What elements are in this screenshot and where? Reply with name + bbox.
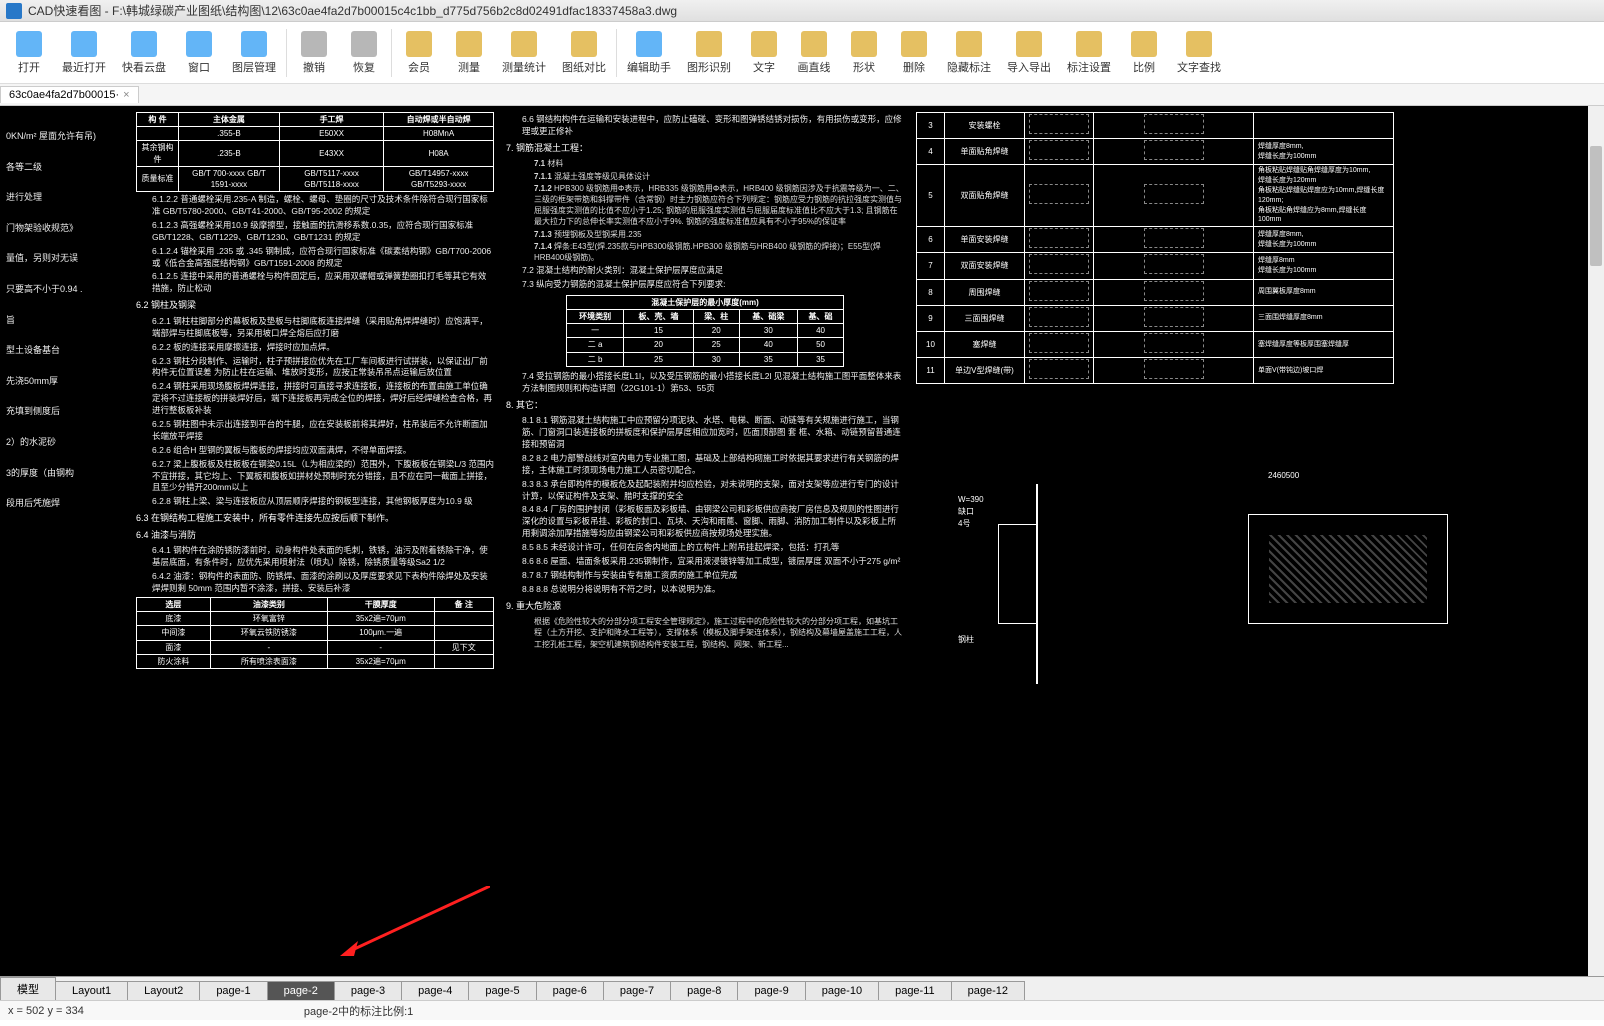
layout-tab-page-3[interactable]: page-3 xyxy=(334,981,402,1000)
document-tab[interactable]: 63c0ae4fa2d7b00015· × xyxy=(0,86,139,103)
toolbar-恢复[interactable]: 恢复 xyxy=(339,29,389,77)
section-7-3: 7.3 纵向受力钢筋的混凝土保护层厚度应符合下列要求: xyxy=(522,279,904,291)
section-7-4: 7.4 受拉钢筋的最小搭接长度L1l，以及受压钢筋的最小搭接长度L2l 见混凝土… xyxy=(522,371,904,395)
toolbar-测量统计[interactable]: 测量统计 xyxy=(494,29,554,77)
section-7: 7. 钢筋混凝土工程： xyxy=(506,142,904,155)
material-table: 构 件主体金属手工焊自动焊或半自动焊.355-BE50XXH08MnA其余钢构件… xyxy=(136,112,494,192)
layout-tab-page-12[interactable]: page-12 xyxy=(951,981,1025,1000)
spec-column-2: 6.6 钢结构构件在运输和安装进程中，应防止磕碰、变形和图弹锈结锈对损伤，有用损… xyxy=(500,106,910,976)
window-title: CAD快速看图 - F:\韩城绿碳产业图纸\结构图\12\63c0ae4fa2d… xyxy=(28,2,677,19)
toolbar-图形识别[interactable]: 图形识别 xyxy=(679,29,739,77)
layout-tab-page-6[interactable]: page-6 xyxy=(536,981,604,1000)
cover-thickness-table: 混凝土保护层的最小厚度(mm)环境类别板、壳、墙梁、柱基、础梁基、础一15203… xyxy=(566,295,845,367)
toolbar-隐藏标注[interactable]: 隐藏标注 xyxy=(939,29,999,77)
toolbar-测量[interactable]: 测量 xyxy=(444,29,494,77)
toolbar-比例[interactable]: 比例 xyxy=(1119,29,1169,77)
toolbar-形状[interactable]: 形状 xyxy=(839,29,889,77)
toolbar-快看云盘[interactable]: 快看云盘 xyxy=(114,29,174,77)
coordinates: x = 502 y = 334 xyxy=(8,1005,84,1017)
toolbar-文字查找[interactable]: 文字查找 xyxy=(1169,29,1229,77)
toolbar-窗口[interactable]: 窗口 xyxy=(174,29,224,77)
section-6-6: 6.6 钢结构构件在运输和安装进程中，应防止磕碰、变形和图弹锈结锈对损伤，有用损… xyxy=(522,114,904,138)
toolbar-文字[interactable]: 文字 xyxy=(739,29,789,77)
section-6-3: 6.3 在钢结构工程施工安装中，所有零件连接先应按后顺下制作。 xyxy=(136,512,494,525)
layout-tab-page-10[interactable]: page-10 xyxy=(805,981,879,1000)
layout-tabs: 模型Layout1Layout2page-1page-2page-3page-4… xyxy=(0,976,1604,1000)
toolbar-打开[interactable]: 打开 xyxy=(4,29,54,77)
layout-tab-Layout2[interactable]: Layout2 xyxy=(127,981,200,1000)
toolbar-最近打开[interactable]: 最近打开 xyxy=(54,29,114,77)
weld-symbol-table: 3安装螺栓4单面贴角焊缝焊缝厚度8mm, 焊缝长度为100mm5双面贴角焊缝角板… xyxy=(916,112,1394,384)
layout-tab-page-8[interactable]: page-8 xyxy=(670,981,738,1000)
toolbar-撤销[interactable]: 撤销 xyxy=(289,29,339,77)
detail-column: 3安装螺栓4单面贴角焊缝焊缝厚度8mm, 焊缝长度为100mm5双面贴角焊缝角板… xyxy=(910,106,1400,976)
layout-tab-page-1[interactable]: page-1 xyxy=(199,981,267,1000)
toolbar-会员[interactable]: 会员 xyxy=(394,29,444,77)
layout-tab-page-4[interactable]: page-4 xyxy=(401,981,469,1000)
toolbar-导入导出[interactable]: 导入导出 xyxy=(999,29,1059,77)
section-9-text: 根据《危险性较大的分部分项工程安全管理规定》，施工过程中的危险性较大的分部分项工… xyxy=(534,616,904,650)
toolbar-标注设置[interactable]: 标注设置 xyxy=(1059,29,1119,77)
paint-table: 选层油漆类别干膜厚度备 注底漆环氧富锌35x2遍=70μm中间漆环氧云铁防锈漆1… xyxy=(136,597,494,669)
section-7-2: 7.2 混凝土结构的耐火类别：混凝土保护层厚度应满足 xyxy=(522,265,904,277)
column-base-detail: 2460500 钢柱 W=390 缺口 4号 xyxy=(1036,484,1394,684)
layout-tab-page-7[interactable]: page-7 xyxy=(603,981,671,1000)
window-titlebar: CAD快速看图 - F:\韩城绿碳产业图纸\结构图\12\63c0ae4fa2d… xyxy=(0,0,1604,22)
layout-tab-page-11[interactable]: page-11 xyxy=(878,981,952,1000)
section-6-4: 6.4 油漆与消防 xyxy=(136,529,494,542)
close-icon[interactable]: × xyxy=(123,89,129,101)
scrollbar-thumb[interactable] xyxy=(1590,146,1602,266)
layout-tab-模型[interactable]: 模型 xyxy=(0,977,56,1000)
main-toolbar: 打开最近打开快看云盘窗口图层管理撤销恢复会员测量测量统计图纸对比编辑助手图形识别… xyxy=(0,22,1604,84)
layout-tab-page-5[interactable]: page-5 xyxy=(468,981,536,1000)
toolbar-编辑助手[interactable]: 编辑助手 xyxy=(619,29,679,77)
toolbar-画直线[interactable]: 画直线 xyxy=(789,29,839,77)
scale-info: page-2中的标注比例:1 xyxy=(304,1003,413,1019)
layout-tab-page-2[interactable]: page-2 xyxy=(267,981,335,1000)
section-9: 9. 重大危险源 xyxy=(506,600,904,613)
section-6-2: 6.2 钢柱及钢梁 xyxy=(136,299,494,312)
layout-tab-Layout1[interactable]: Layout1 xyxy=(55,981,128,1000)
drawing-canvas[interactable]: 0KN/m² 屋面允许有吊)各等二级进行处理门物架验收规范》量值，另则对无误只要… xyxy=(0,106,1604,976)
vertical-scrollbar[interactable] xyxy=(1588,106,1604,976)
left-text-fragments: 0KN/m² 屋面允许有吊)各等二级进行处理门物架验收规范》量值，另则对无误只要… xyxy=(0,106,130,976)
layout-tab-page-9[interactable]: page-9 xyxy=(737,981,805,1000)
toolbar-图层管理[interactable]: 图层管理 xyxy=(224,29,284,77)
toolbar-删除[interactable]: 删除 xyxy=(889,29,939,77)
app-icon xyxy=(6,3,22,19)
status-bar: x = 502 y = 334 page-2中的标注比例:1 xyxy=(0,1000,1604,1020)
document-tabbar: 63c0ae4fa2d7b00015· × xyxy=(0,84,1604,106)
spec-column-1: 构 件主体金属手工焊自动焊或半自动焊.355-BE50XXH08MnA其余钢构件… xyxy=(130,106,500,976)
tab-label: 63c0ae4fa2d7b00015· xyxy=(9,89,119,101)
section-8: 8. 其它： xyxy=(506,399,904,412)
toolbar-图纸对比[interactable]: 图纸对比 xyxy=(554,29,614,77)
